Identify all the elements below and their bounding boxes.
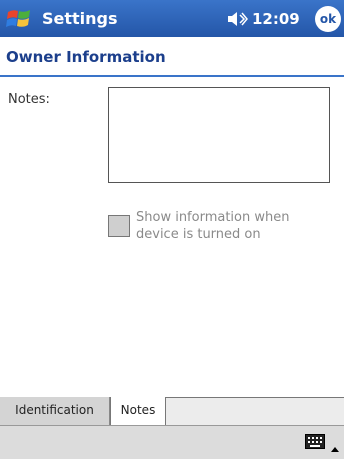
notes-input[interactable] <box>108 87 330 183</box>
title-bar: Settings 12:09 ok <box>0 0 344 37</box>
windows-flag-icon[interactable] <box>6 6 34 32</box>
tab-identification[interactable]: Identification <box>0 397 110 425</box>
menu-bar <box>0 425 344 459</box>
show-info-checkbox[interactable] <box>108 215 130 237</box>
tab-strip: Identification Notes <box>0 397 344 425</box>
ok-button[interactable]: ok <box>315 6 341 32</box>
arrow-up-icon[interactable] <box>330 438 340 452</box>
tab-notes[interactable]: Notes <box>110 397 166 425</box>
speaker-icon[interactable] <box>226 10 248 28</box>
keyboard-icon[interactable] <box>305 434 325 449</box>
app-title: Settings <box>42 9 118 28</box>
clock[interactable]: 12:09 <box>252 10 300 28</box>
notes-label: Notes: <box>8 92 50 107</box>
page-header: Owner Information <box>0 37 344 77</box>
page-title: Owner Information <box>6 48 166 66</box>
show-info-label[interactable]: Show information when device is turned o… <box>136 209 326 243</box>
